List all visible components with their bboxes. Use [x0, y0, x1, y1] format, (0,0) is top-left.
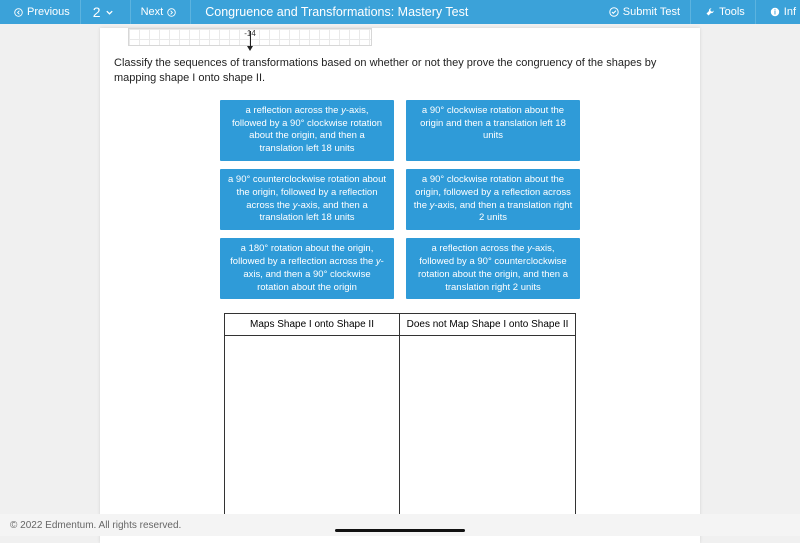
- submit-test-button[interactable]: Submit Test: [595, 0, 691, 24]
- card-row: a 90° counterclockwise rotation about th…: [220, 169, 580, 230]
- bucket-does-not-map: Does not Map Shape I onto Shape II: [400, 313, 576, 533]
- bucket-header: Maps Shape I onto Shape II: [225, 314, 399, 336]
- bucket-drop-area[interactable]: [400, 336, 575, 532]
- svg-text:i: i: [774, 10, 776, 17]
- transformation-card[interactable]: a 90° clockwise rotation about the origi…: [406, 169, 580, 230]
- wrench-icon: [705, 7, 715, 17]
- copyright-footer: © 2022 Edmentum. All rights reserved.: [0, 514, 800, 536]
- test-title-text: Congruence and Transformations: Mastery …: [205, 5, 468, 19]
- next-arrow-icon: [167, 8, 176, 17]
- submit-label: Submit Test: [623, 6, 680, 18]
- check-circle-icon: [609, 7, 619, 17]
- info-icon: i: [770, 7, 780, 17]
- drop-targets: Maps Shape I onto Shape II Does not Map …: [110, 313, 690, 533]
- card-row: a 180° rotation about the origin, follow…: [220, 238, 580, 299]
- draggable-cards-area: a reflection across the y-axis, followed…: [110, 100, 690, 300]
- question-number: 2: [93, 4, 101, 20]
- tools-label: Tools: [719, 6, 745, 18]
- device-home-indicator: [335, 529, 465, 532]
- instruction-text: Classify the sequences of transformation…: [114, 56, 686, 86]
- copyright-text: © 2022 Edmentum. All rights reserved.: [10, 520, 181, 531]
- question-number-selector[interactable]: 2: [81, 0, 131, 24]
- previous-arrow-icon: [14, 8, 23, 17]
- bucket-maps: Maps Shape I onto Shape II: [224, 313, 400, 533]
- top-navigation-bar: Previous 2 Next Congruence and Transform…: [0, 0, 800, 24]
- previous-label: Previous: [27, 6, 70, 18]
- transformation-card[interactable]: a reflection across the y-axis, followed…: [220, 100, 394, 161]
- transformation-card[interactable]: a reflection across the y-axis, followed…: [406, 238, 580, 299]
- axis-down-arrow-icon: [250, 31, 251, 47]
- transformation-card[interactable]: a 180° rotation about the origin, follow…: [220, 238, 394, 299]
- coordinate-grid-fragment: -14: [128, 28, 372, 46]
- bucket-drop-area[interactable]: [225, 336, 399, 532]
- info-button[interactable]: i Inf: [756, 0, 800, 24]
- tools-button[interactable]: Tools: [691, 0, 756, 24]
- previous-button[interactable]: Previous: [0, 0, 81, 24]
- next-label: Next: [141, 6, 164, 18]
- card-row: a reflection across the y-axis, followed…: [220, 100, 580, 161]
- chevron-down-icon: [105, 8, 114, 17]
- transformation-card[interactable]: a 90° clockwise rotation about the origi…: [406, 100, 580, 161]
- next-button[interactable]: Next: [131, 0, 192, 24]
- test-title: Congruence and Transformations: Mastery …: [191, 0, 595, 24]
- bucket-header: Does not Map Shape I onto Shape II: [400, 314, 575, 336]
- question-page: -14 Classify the sequences of transforma…: [100, 28, 700, 543]
- info-label: Inf: [784, 6, 796, 18]
- transformation-card[interactable]: a 90° counterclockwise rotation about th…: [220, 169, 394, 230]
